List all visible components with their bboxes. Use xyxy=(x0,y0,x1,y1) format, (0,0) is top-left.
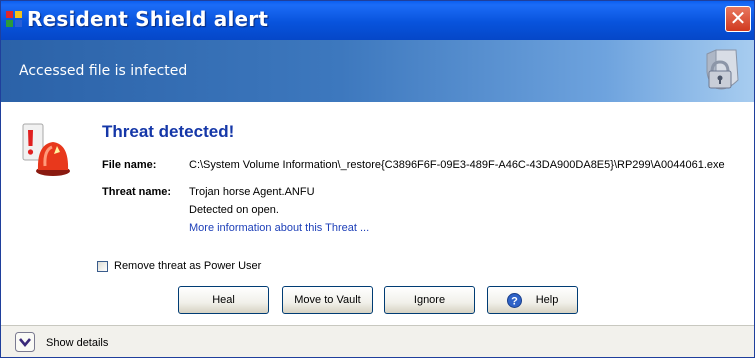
shield-lock-icon xyxy=(706,49,739,90)
chevron-down-icon[interactable] xyxy=(15,332,35,352)
show-details-label[interactable]: Show details xyxy=(46,337,108,349)
close-button[interactable]: ✕ xyxy=(725,6,751,32)
help-icon: ? xyxy=(506,292,522,308)
help-button-label: Help xyxy=(535,294,559,306)
heal-button-label: Heal xyxy=(212,294,235,306)
header-band: Accessed file is infected xyxy=(1,40,754,103)
ignore-button-label: Ignore xyxy=(413,294,446,306)
avg-logo-icon xyxy=(6,11,22,27)
header-subtitle: Accessed file is infected xyxy=(19,63,188,79)
threat-name-value: Trojan horse Agent.ANFU xyxy=(189,186,315,198)
heal-button[interactable]: Heal xyxy=(178,286,269,314)
threat-heading: Threat detected! xyxy=(102,122,235,141)
move-to-vault-button-label: Move to Vault xyxy=(294,294,361,306)
help-button[interactable]: ? Help xyxy=(487,286,578,314)
more-info-link[interactable]: More information about this Threat ... xyxy=(189,222,369,234)
remove-as-power-user-checkbox[interactable] xyxy=(97,261,108,272)
threat-name-label: Threat name: xyxy=(102,186,172,198)
ignore-button[interactable]: Ignore xyxy=(384,286,475,314)
alert-body: Threat detected! File name: C:\System Vo… xyxy=(1,102,754,325)
siren-icon xyxy=(22,123,70,176)
move-to-vault-button[interactable]: Move to Vault xyxy=(282,286,373,314)
file-name-label: File name: xyxy=(102,159,157,171)
remove-as-power-user-label[interactable]: Remove threat as Power User xyxy=(114,260,261,272)
detected-text: Detected on open. xyxy=(189,204,279,216)
title-bar[interactable]: Resident Shield alert ✕ xyxy=(1,1,754,40)
svg-text:?: ? xyxy=(511,295,518,307)
file-name-value: C:\System Volume Information\_restore{C3… xyxy=(189,159,725,171)
footer-bar: Show details xyxy=(1,325,754,357)
window-title: Resident Shield alert xyxy=(27,7,269,31)
alert-window: Resident Shield alert ✕ Accessed file is… xyxy=(0,0,755,358)
